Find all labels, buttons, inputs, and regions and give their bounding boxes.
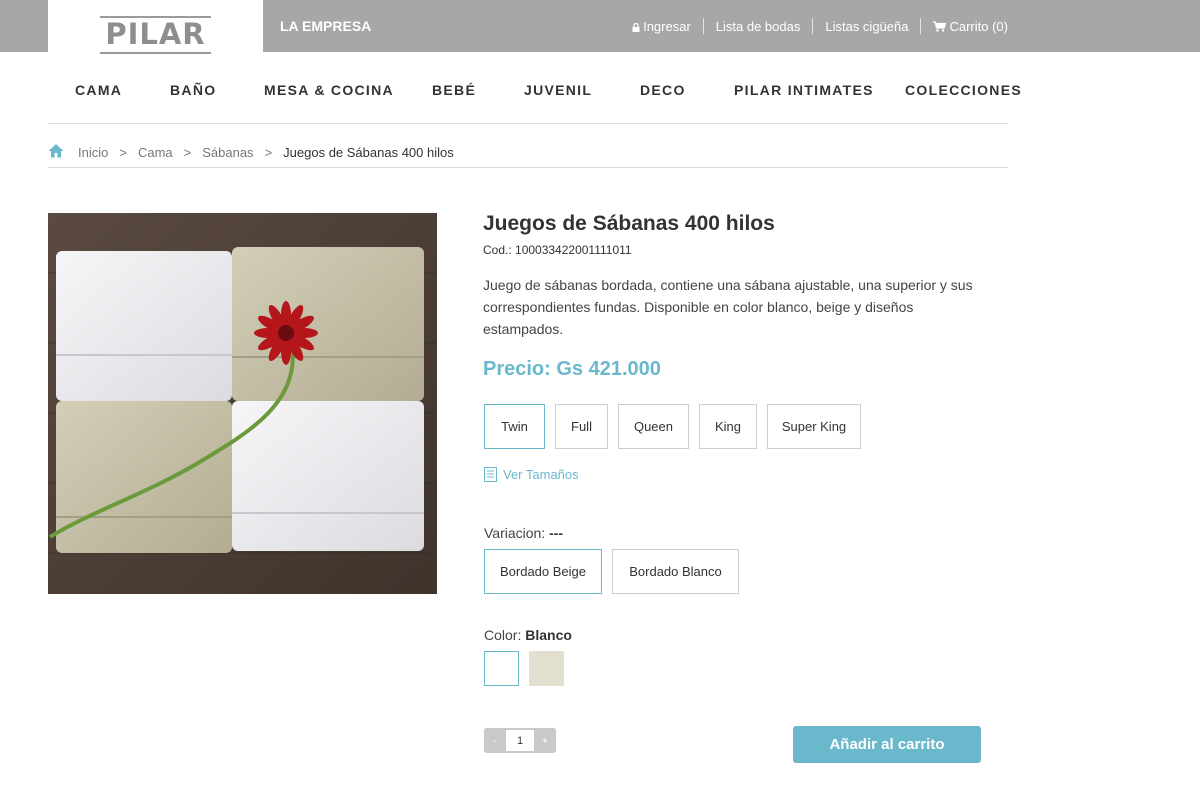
variation-label: Variacion: --- xyxy=(484,525,563,541)
lista-de-bodas-link[interactable]: Lista de bodas xyxy=(702,18,813,34)
quantity-stepper: - 1 + xyxy=(484,728,556,753)
brand-logo[interactable]: PILAR xyxy=(100,16,211,54)
color-value: Blanco xyxy=(525,627,572,643)
nav-item-mesa-cocina[interactable]: MESA & COCINA xyxy=(264,82,394,98)
breadcrumb-separator: > xyxy=(119,145,127,160)
size-options: Twin Full Queen King Super King xyxy=(484,404,871,449)
size-option-king[interactable]: King xyxy=(699,404,757,449)
carrito-label: Carrito (0) xyxy=(949,18,1008,34)
la-empresa-link[interactable]: LA EMPRESA xyxy=(280,18,371,34)
variation-option-bordado-beige[interactable]: Bordado Beige xyxy=(484,549,602,594)
nav-item-deco[interactable]: DECO xyxy=(640,82,686,98)
lock-icon xyxy=(632,22,640,32)
variation-option-bordado-blanco[interactable]: Bordado Blanco xyxy=(612,549,739,594)
lista-de-bodas-label: Lista de bodas xyxy=(715,18,801,34)
size-option-twin[interactable]: Twin xyxy=(484,404,545,449)
nav-item-colecciones[interactable]: COLECCIONES xyxy=(905,82,1022,98)
nav-item-cama[interactable]: CAMA xyxy=(75,82,122,98)
add-to-cart-button[interactable]: Añadir al carrito xyxy=(793,726,981,763)
nav-item-bano[interactable]: BAÑO xyxy=(170,82,216,98)
color-swatch-white[interactable] xyxy=(484,651,519,686)
variation-value: --- xyxy=(549,525,564,541)
breadcrumb-separator: > xyxy=(264,145,273,160)
main-nav: CAMA BAÑO MESA & COCINA BEBÉ JUVENIL DEC… xyxy=(48,53,1021,124)
variation-options: Bordado Beige Bordado Blanco xyxy=(484,549,749,594)
nav-item-pilar-intimates[interactable]: PILAR INTIMATES xyxy=(734,82,874,98)
product-image[interactable] xyxy=(48,213,437,594)
nav-item-bebe[interactable]: BEBÉ xyxy=(432,82,476,98)
size-option-super-king[interactable]: Super King xyxy=(767,404,861,449)
quantity-decrement-button[interactable]: - xyxy=(484,728,506,753)
cart-icon xyxy=(933,20,947,32)
breadcrumb-inicio[interactable]: Inicio xyxy=(78,145,108,160)
logo-container[interactable]: PILAR xyxy=(48,0,263,54)
document-icon xyxy=(484,467,497,482)
home-icon[interactable] xyxy=(48,143,64,158)
size-option-queen[interactable]: Queen xyxy=(618,404,689,449)
quantity-increment-button[interactable]: + xyxy=(534,728,556,753)
breadcrumb-cama[interactable]: Cama xyxy=(138,145,173,160)
nav-item-juvenil[interactable]: JUVENIL xyxy=(524,82,592,98)
product-title: Juegos de Sábanas 400 hilos xyxy=(483,212,775,235)
top-links: Ingresar Lista de bodas Listas cigüeña C… xyxy=(620,18,1008,34)
ver-tamanos-label: Ver Tamaños xyxy=(503,467,579,482)
color-swatches xyxy=(484,651,574,686)
breadcrumb-separator: > xyxy=(183,145,192,160)
color-label-text: Color: xyxy=(484,627,522,643)
ver-tamanos-link[interactable]: Ver Tamaños xyxy=(484,467,579,482)
breadcrumb-sabanas[interactable]: Sábanas xyxy=(202,145,253,160)
breadcrumb-current: Juegos de Sábanas 400 hilos xyxy=(283,145,454,160)
product-code: Cod.: 100033422001111011 xyxy=(483,243,632,257)
variation-label-text: Variacion: xyxy=(484,525,546,541)
product-price: Precio: Gs 421.000 xyxy=(483,358,661,380)
color-label: Color: Blanco xyxy=(484,627,572,643)
product-description: Juego de sábanas bordada, contiene una s… xyxy=(483,277,973,337)
listas-ciguena-link[interactable]: Listas cigüeña xyxy=(812,18,920,34)
quantity-input[interactable]: 1 xyxy=(506,730,534,751)
ingresar-link[interactable]: Ingresar xyxy=(620,18,703,34)
color-swatch-beige[interactable] xyxy=(529,651,564,686)
ingresar-label: Ingresar xyxy=(643,18,691,34)
listas-ciguena-label: Listas cigüeña xyxy=(825,18,909,34)
top-bar: PILAR LA EMPRESA Ingresar Lista de bodas… xyxy=(0,0,1200,54)
carrito-link[interactable]: Carrito (0) xyxy=(920,18,1008,34)
size-option-full[interactable]: Full xyxy=(555,404,608,449)
breadcrumb: Inicio > Cama > Sábanas > Juegos de Sába… xyxy=(48,138,1008,168)
logo-text: PILAR xyxy=(105,17,206,51)
